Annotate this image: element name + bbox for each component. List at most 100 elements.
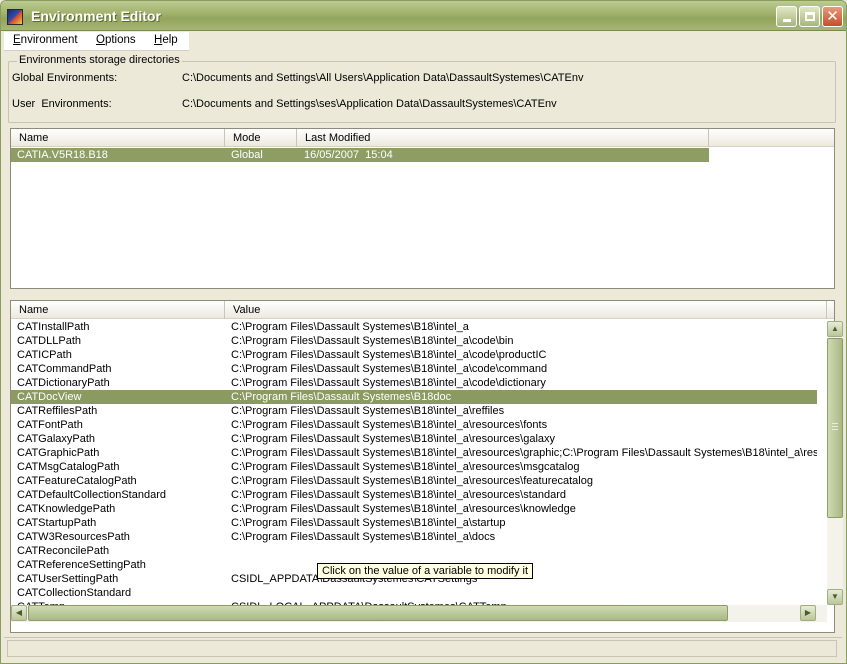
menu-environment[interactable]: Environment bbox=[13, 34, 78, 46]
menu-help[interactable]: Help bbox=[154, 34, 178, 46]
column-header-value[interactable]: Value bbox=[225, 301, 827, 319]
grip-line bbox=[832, 423, 838, 424]
variable-row[interactable]: CATCollectionStandard bbox=[11, 586, 817, 600]
variable-value[interactable]: C:\Program Files\Dassault Systemes\B18\i… bbox=[231, 320, 817, 334]
variable-value[interactable]: C:\Program Files\Dassault Systemes\B18\i… bbox=[231, 334, 817, 348]
variable-name: CATW3ResourcesPath bbox=[17, 531, 130, 543]
status-bar bbox=[4, 637, 842, 658]
arrow-down-icon[interactable]: ▼ bbox=[827, 589, 843, 605]
variable-value[interactable]: C:\Program Files\Dassault Systemes\B18\i… bbox=[231, 404, 817, 418]
storage-group-title: Environments storage directories bbox=[17, 54, 182, 66]
menu-bar: Environment Options Help bbox=[4, 32, 189, 51]
variable-row[interactable]: CATKnowledgePath C:\Program Files\Dassaul… bbox=[11, 502, 817, 516]
variable-name: CATDefaultCollectionStandard bbox=[17, 489, 166, 501]
variable-row[interactable]: CATCommandPath C:\Program Files\Dassault … bbox=[11, 362, 817, 376]
variable-row[interactable]: CATGalaxyPath C:\Program Files\Dassault S… bbox=[11, 432, 817, 446]
variable-value[interactable]: C:\Program Files\Dassault Systemes\B18\i… bbox=[231, 418, 817, 432]
horizontal-scroll-thumb[interactable] bbox=[28, 605, 728, 621]
catia-logo-icon bbox=[7, 9, 23, 25]
title-bar[interactable]: Environment Editor ✕ bbox=[1, 1, 846, 31]
global-env-path: C:\Documents and Settings\All Users\Appl… bbox=[182, 72, 584, 84]
minimize-icon bbox=[782, 19, 791, 22]
variable-name: CATReconcilePath bbox=[17, 545, 110, 557]
variable-row[interactable]: CATReffilesPath C:\Program Files\Dassault… bbox=[11, 404, 817, 418]
vertical-scroll-thumb[interactable] bbox=[827, 338, 843, 518]
variable-name: CATStartupPath bbox=[17, 517, 97, 529]
variable-value[interactable]: C:\Program Files\Dassault Systemes\B18\i… bbox=[231, 516, 817, 530]
variable-name: CATCommandPath bbox=[17, 363, 112, 375]
variable-name: CATFeatureCatalogPath bbox=[17, 475, 137, 487]
menu-options[interactable]: Options bbox=[96, 34, 136, 46]
variable-name: CATGraphicPath bbox=[17, 447, 100, 459]
arrow-right-icon[interactable]: ▶ bbox=[800, 605, 816, 621]
close-button[interactable]: ✕ bbox=[822, 6, 843, 27]
variable-value[interactable]: C:\Program Files\Dassault Systemes\B18\i… bbox=[231, 446, 817, 460]
vertical-scrollbar[interactable]: ▲ ▼ bbox=[827, 321, 843, 605]
variable-row[interactable]: CATStartupPath C:\Program Files\Dassault … bbox=[11, 516, 817, 530]
variable-value[interactable]: C:\Program Files\Dassault Systemes\B18\i… bbox=[231, 362, 817, 376]
tooltip: Click on the value of a variable to modi… bbox=[317, 563, 534, 579]
maximize-button[interactable] bbox=[799, 6, 820, 27]
variable-name: CATDLLPath bbox=[17, 335, 81, 347]
variable-name: CATDictionaryPath bbox=[17, 377, 110, 389]
column-header-name[interactable]: Name bbox=[11, 129, 225, 147]
variable-name: CATMsgCatalogPath bbox=[17, 461, 120, 473]
global-env-label: Global Environments: bbox=[12, 72, 118, 84]
user-env-label: User Environments: bbox=[12, 98, 112, 110]
variable-name: CATICPath bbox=[17, 349, 72, 361]
variable-name: CATGalaxyPath bbox=[17, 433, 96, 445]
environment-name: CATIA.V5R18.B18 bbox=[17, 149, 108, 161]
variable-value[interactable]: C:\Program Files\Dassault Systemes\B18\i… bbox=[231, 460, 817, 474]
variable-value[interactable]: C:\Program Files\Dassault Systemes\B18\i… bbox=[231, 530, 817, 544]
variable-name: CATInstallPath bbox=[17, 321, 90, 333]
variable-row[interactable]: CATICPath C:\Program Files\Dassault Syste… bbox=[11, 348, 817, 362]
variable-row[interactable]: CATInstallPath C:\Program Files\Dassault … bbox=[11, 320, 817, 334]
variable-name: CATUserSettingPath bbox=[17, 573, 119, 585]
pane-splitter[interactable] bbox=[8, 290, 836, 296]
variable-row[interactable]: CATGraphicPath C:\Program Files\Dassault … bbox=[11, 446, 817, 460]
variable-name: CATFontPath bbox=[17, 419, 83, 431]
variable-value[interactable]: C:\Program Files\Dassault Systemes\B18\i… bbox=[231, 502, 817, 516]
window-title: Environment Editor bbox=[31, 8, 161, 24]
grip-line bbox=[832, 426, 838, 427]
status-pane bbox=[7, 640, 837, 657]
variable-name: CATKnowledgePath bbox=[17, 503, 116, 515]
variable-value[interactable]: C:\Program Files\Dassault Systemes\B18\i… bbox=[231, 376, 817, 390]
variable-value[interactable]: C:\Program Files\Dassault Systemes\B18\i… bbox=[231, 474, 817, 488]
minimize-button[interactable] bbox=[776, 6, 797, 27]
variable-name: CATReffilesPath bbox=[17, 405, 98, 417]
environments-list-header: Name Mode Last Modified bbox=[11, 129, 834, 147]
arrow-left-icon[interactable]: ◀ bbox=[11, 605, 27, 621]
variable-name: CATDocView bbox=[17, 391, 82, 403]
variable-row[interactable]: CATFontPath C:\Program Files\Dassault Sys… bbox=[11, 418, 817, 432]
variable-row[interactable]: CATMsgCatalogPath C:\Program Files\Dassau… bbox=[11, 460, 817, 474]
variable-value[interactable]: C:\Program Files\Dassault Systemes\B18do… bbox=[231, 390, 817, 404]
grip-line bbox=[832, 429, 838, 430]
horizontal-scrollbar[interactable]: ◀ ▶ bbox=[11, 605, 827, 622]
environment-modified: 16/05/2007 15:04 bbox=[304, 149, 393, 161]
variable-row[interactable]: CATDLLPath C:\Program Files\Dassault Syst… bbox=[11, 334, 817, 348]
environment-mode: Global bbox=[231, 149, 263, 161]
variables-list[interactable]: Name Value CATInstallPath C:\Program File… bbox=[10, 300, 843, 633]
variables-list-header: Name Value bbox=[11, 301, 834, 319]
variable-value[interactable]: C:\Program Files\Dassault Systemes\B18\i… bbox=[231, 488, 817, 502]
environments-list[interactable]: Name Mode Last Modified CATIA.V5R18.B18 … bbox=[10, 128, 835, 289]
column-header-mode[interactable]: Mode bbox=[225, 129, 297, 147]
variable-name: CATCollectionStandard bbox=[17, 587, 132, 599]
environment-editor-window: Environment Editor ✕ Environment Options… bbox=[0, 0, 847, 664]
arrow-up-icon[interactable]: ▲ bbox=[827, 321, 843, 337]
variable-value[interactable]: C:\Program Files\Dassault Systemes\B18\i… bbox=[231, 348, 817, 362]
variable-row[interactable]: CATReconcilePath bbox=[11, 544, 817, 558]
variable-row[interactable]: CATDocView C:\Program Files\Dassault Syst… bbox=[11, 390, 817, 404]
variable-value[interactable]: C:\Program Files\Dassault Systemes\B18\i… bbox=[231, 432, 817, 446]
environment-row[interactable]: CATIA.V5R18.B18 Global 16/05/2007 15:04 bbox=[11, 148, 709, 162]
column-header-last-modified[interactable]: Last Modified bbox=[297, 129, 709, 147]
variable-row[interactable]: CATDictionaryPath C:\Program Files\Dassau… bbox=[11, 376, 817, 390]
variable-row[interactable]: CATW3ResourcesPath C:\Program Files\Dassa… bbox=[11, 530, 817, 544]
column-header-variable-name[interactable]: Name bbox=[11, 301, 225, 319]
user-env-path: C:\Documents and Settings\ses\Applicatio… bbox=[182, 98, 557, 110]
maximize-icon bbox=[804, 12, 815, 21]
variable-row[interactable]: CATDefaultCollectionStandard C:\Program F… bbox=[11, 488, 817, 502]
storage-directories-group bbox=[8, 61, 836, 123]
variable-row[interactable]: CATFeatureCatalogPath C:\Program Files\Da… bbox=[11, 474, 817, 488]
